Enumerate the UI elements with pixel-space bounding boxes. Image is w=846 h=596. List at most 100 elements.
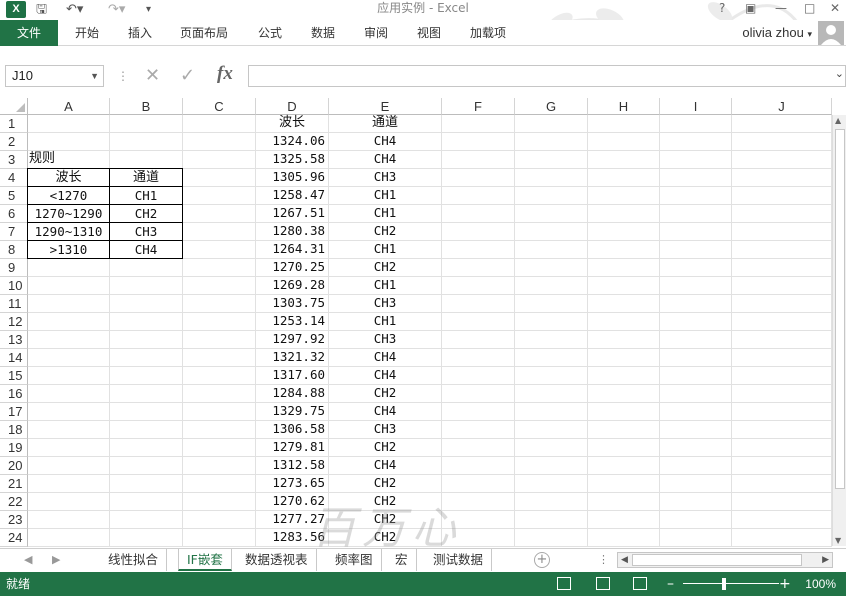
scroll-right-icon[interactable]: ▶	[822, 553, 829, 567]
wavelength-cell[interactable]: 1297.92	[255, 330, 329, 349]
channel-cell[interactable]: CH2	[328, 474, 442, 493]
zoom-level[interactable]: 100%	[805, 572, 836, 596]
tab-view[interactable]: 视图	[417, 20, 441, 46]
column-header-i[interactable]: I	[660, 98, 732, 115]
rules-channel-cell[interactable]: CH3	[109, 222, 183, 241]
cancel-icon[interactable]: ✕	[145, 65, 160, 87]
row-header-3[interactable]: 3	[0, 151, 28, 169]
minimize-icon[interactable]: —	[775, 0, 787, 16]
channel-cell[interactable]: CH4	[328, 150, 442, 169]
channel-cell[interactable]: CH3	[328, 168, 442, 187]
row-header-16[interactable]: 16	[0, 385, 28, 403]
channel-cell[interactable]: CH4	[328, 348, 442, 367]
formula-input[interactable]	[248, 65, 846, 87]
wavelength-cell[interactable]: 1280.38	[255, 222, 329, 241]
row-header-9[interactable]: 9	[0, 259, 28, 277]
wavelength-cell[interactable]: 1306.58	[255, 420, 329, 439]
expand-formula-bar-icon[interactable]: ⌄	[835, 67, 844, 80]
row-header-11[interactable]: 11	[0, 295, 28, 313]
ribbon-display-icon[interactable]: ▣	[745, 0, 756, 16]
sheet-tab[interactable]: IF嵌套	[178, 549, 232, 571]
channel-cell[interactable]: CH1	[328, 276, 442, 295]
rules-range-cell[interactable]: 1270~1290	[27, 204, 110, 223]
horizontal-scroll-thumb[interactable]	[632, 554, 802, 566]
wavelength-cell[interactable]: 1329.75	[255, 402, 329, 421]
row-header-21[interactable]: 21	[0, 475, 28, 493]
wavelength-cell[interactable]: 1273.65	[255, 474, 329, 493]
worksheet-grid[interactable]: A B C D E F G H I J 1 2 3 4 5 6 7 8 9 10 11 12 13 14 15 16 17 18 19 2…	[0, 98, 846, 548]
rules-range-cell[interactable]: <1270	[27, 186, 110, 205]
rules-channel-cell[interactable]: CH4	[109, 240, 183, 259]
zoom-slider[interactable]	[683, 583, 779, 584]
chevron-down-icon[interactable]: ▼	[90, 66, 99, 86]
channel-header-cell[interactable]: 通道	[328, 114, 442, 133]
row-header-18[interactable]: 18	[0, 421, 28, 439]
insert-function-icon[interactable]: fx	[217, 63, 233, 85]
channel-cell[interactable]: CH1	[328, 204, 442, 223]
rules-channel-cell[interactable]: CH2	[109, 204, 183, 223]
wavelength-cell[interactable]: 1258.47	[255, 186, 329, 205]
name-box[interactable]: J10 ▼	[5, 65, 104, 87]
channel-cell[interactable]: CH1	[328, 186, 442, 205]
channel-cell[interactable]: CH3	[328, 330, 442, 349]
channel-cell[interactable]: CH4	[328, 456, 442, 475]
sheet-tab[interactable]: 测试数据	[425, 549, 493, 571]
row-header-10[interactable]: 10	[0, 277, 28, 295]
row-header-20[interactable]: 20	[0, 457, 28, 475]
row-header-14[interactable]: 14	[0, 349, 28, 367]
sheet-tab[interactable]: 频率图	[327, 549, 382, 571]
horizontal-scrollbar[interactable]: ◀ ▶	[617, 552, 833, 568]
wavelength-cell[interactable]: 1253.14	[255, 312, 329, 331]
zoom-slider-thumb[interactable]	[722, 578, 726, 590]
channel-cell[interactable]: CH4	[328, 402, 442, 421]
channel-cell[interactable]: CH1	[328, 240, 442, 259]
channel-cell[interactable]: CH4	[328, 132, 442, 151]
column-header-a[interactable]: A	[28, 98, 110, 115]
tab-home[interactable]: 开始	[75, 20, 99, 46]
column-header-d[interactable]: D	[256, 98, 329, 115]
tab-page-layout[interactable]: 页面布局	[180, 20, 228, 46]
column-header-h[interactable]: H	[588, 98, 660, 115]
sheet-tab[interactable]: 宏	[387, 549, 417, 571]
tab-scroll-left-icon[interactable]: ◀	[24, 549, 32, 571]
wavelength-header-cell[interactable]: 波长	[255, 114, 329, 133]
wavelength-cell[interactable]: 1317.60	[255, 366, 329, 385]
channel-cell[interactable]: CH2	[328, 384, 442, 403]
scroll-left-icon[interactable]: ◀	[621, 553, 628, 567]
avatar[interactable]	[818, 21, 844, 45]
vertical-scrollbar[interactable]: ▲ ▼	[832, 115, 846, 546]
page-break-view-icon[interactable]	[633, 577, 647, 590]
wavelength-cell[interactable]: 1279.81	[255, 438, 329, 457]
tab-file[interactable]: 文件	[0, 20, 58, 46]
channel-cell[interactable]: CH2	[328, 438, 442, 457]
wavelength-cell[interactable]: 1267.51	[255, 204, 329, 223]
column-header-f[interactable]: F	[442, 98, 515, 115]
normal-view-icon[interactable]	[557, 577, 571, 590]
rules-title-cell[interactable]: 规则	[27, 150, 110, 169]
tab-scroll-right-icon[interactable]: ▶	[52, 549, 60, 571]
channel-cell[interactable]: CH1	[328, 312, 442, 331]
row-header-12[interactable]: 12	[0, 313, 28, 331]
wavelength-cell[interactable]: 1264.31	[255, 240, 329, 259]
formula-bar-grip-icon[interactable]: ⋮	[117, 65, 129, 87]
vertical-scroll-thumb[interactable]	[835, 129, 845, 489]
wavelength-cell[interactable]: 1324.06	[255, 132, 329, 151]
maximize-icon[interactable]: □	[804, 0, 815, 16]
rules-range-cell[interactable]: 1290~1310	[27, 222, 110, 241]
channel-cell[interactable]: CH2	[328, 258, 442, 277]
column-header-e[interactable]: E	[329, 98, 442, 115]
channel-cell[interactable]: CH2	[328, 510, 442, 529]
close-icon[interactable]: ✕	[830, 0, 840, 16]
row-header-4[interactable]: 4	[0, 169, 28, 187]
enter-check-icon[interactable]: ✓	[180, 65, 195, 87]
wavelength-cell[interactable]: 1325.58	[255, 150, 329, 169]
wavelength-cell[interactable]: 1283.56	[255, 528, 329, 547]
sheet-tab[interactable]: 数据透视表	[237, 549, 317, 571]
wavelength-cell[interactable]: 1312.58	[255, 456, 329, 475]
help-button[interactable]: ?	[719, 0, 725, 16]
wavelength-cell[interactable]: 1321.32	[255, 348, 329, 367]
row-header-22[interactable]: 22	[0, 493, 28, 511]
tab-insert[interactable]: 插入	[128, 20, 152, 46]
row-header-24[interactable]: 24	[0, 529, 28, 547]
column-header-j[interactable]: J	[732, 98, 832, 115]
